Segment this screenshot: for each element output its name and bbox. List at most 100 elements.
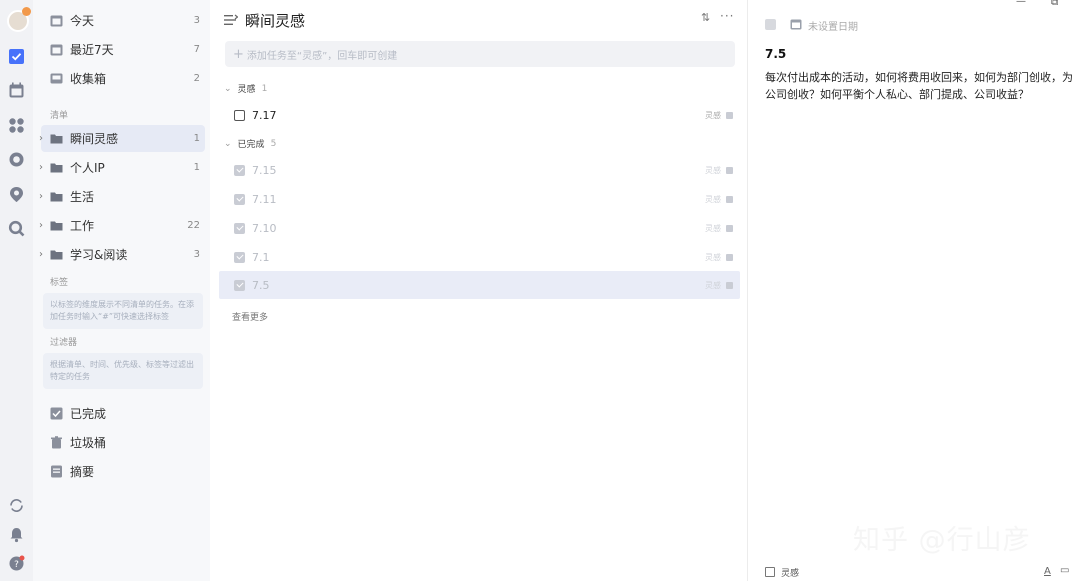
task-checkbox[interactable] xyxy=(234,279,245,291)
folder-icon xyxy=(49,132,63,146)
task-list-tag: 灵感 xyxy=(705,194,721,204)
task-row[interactable]: 7.15 灵感 xyxy=(219,156,740,184)
chevron-down-icon: ⌄ xyxy=(224,83,232,94)
svg-text:?: ? xyxy=(14,560,19,570)
task-row[interactable]: 7.10 灵感 xyxy=(219,214,740,242)
calendar-day-icon xyxy=(49,14,63,28)
more-icon[interactable]: ··· xyxy=(720,9,734,23)
task-checkbox[interactable] xyxy=(234,193,245,205)
task-list-tag: 灵感 xyxy=(705,280,721,290)
sidebar-item-count: 22 xyxy=(187,220,200,231)
location-clock-icon[interactable] xyxy=(8,186,25,203)
list-selector-label[interactable]: 灵感 xyxy=(781,566,799,579)
comment-icon[interactable]: ▭ xyxy=(1060,565,1069,576)
calendar-icon[interactable] xyxy=(8,82,25,99)
chevron-right-icon[interactable]: › xyxy=(39,133,43,144)
sidebar-item-label: 学习&阅读 xyxy=(70,248,128,262)
folder-icon xyxy=(49,161,63,175)
chevron-right-icon[interactable]: › xyxy=(39,220,43,231)
list-color-icon xyxy=(726,195,733,203)
task-row[interactable]: 7.1 灵感 xyxy=(219,243,740,271)
sidebar-item-list[interactable]: › 瞬间灵感 1 xyxy=(39,125,205,152)
sidebar-item-label: 摘要 xyxy=(70,465,95,479)
avatar-badge-icon xyxy=(22,7,31,16)
list-color-icon xyxy=(726,166,733,174)
group-header[interactable]: ⌄ 灵感 1 xyxy=(224,82,268,96)
search-icon[interactable] xyxy=(8,220,25,237)
sidebar-item-count: 7 xyxy=(193,44,200,55)
list-color-icon xyxy=(726,253,733,261)
icon-rail: ? xyxy=(0,0,33,581)
task-checkbox-icon[interactable] xyxy=(8,48,25,65)
plus-icon: + xyxy=(233,46,244,62)
detail-task-title[interactable]: 7.5 xyxy=(765,47,786,61)
help-icon[interactable]: ? xyxy=(8,555,25,572)
group-label: 灵感 xyxy=(237,85,256,95)
sidebar-item-today[interactable]: 今天 3 xyxy=(41,7,205,34)
tags-section-label: 标签 xyxy=(50,278,69,288)
sidebar-item-list[interactable]: › 个人IP 1 xyxy=(39,154,205,181)
task-row[interactable]: 7.11 灵感 xyxy=(219,185,740,213)
sidebar-item-label: 垃圾桶 xyxy=(70,436,107,450)
group-header[interactable]: ⌄ 已完成 5 xyxy=(224,137,277,151)
detail-task-description[interactable]: 每次付出成本的活动，如何将费用收回来，如何为部门创收，为公司创收？如何平衡个人私… xyxy=(765,69,1077,103)
bell-icon[interactable] xyxy=(8,526,25,543)
due-date-placeholder[interactable]: 未设置日期 xyxy=(808,18,858,33)
sort-icon[interactable]: ⇅ xyxy=(701,11,710,24)
watermark: 知乎 @行山彦 xyxy=(853,525,1031,556)
task-list-tag: 灵感 xyxy=(705,252,721,262)
chevron-right-icon[interactable]: › xyxy=(39,191,43,202)
chevron-down-icon: ⌄ xyxy=(224,138,232,149)
add-task-input[interactable]: + 添加任务至“灵感”，回车即可创建 xyxy=(225,41,735,67)
calendar-week-icon xyxy=(49,43,63,57)
sidebar-item-completed[interactable]: 已完成 xyxy=(41,400,205,427)
restore-window-icon[interactable]: ⧉ xyxy=(1051,0,1058,8)
task-list-pane: 瞬间灵感 ⇅ ··· + 添加任务至“灵感”，回车即可创建 ⌄ 灵感 1 7.1… xyxy=(210,0,747,581)
sidebar-item-next-7-days[interactable]: 最近7天 7 xyxy=(41,36,205,63)
sidebar-item-label: 今天 xyxy=(70,14,95,28)
sidebar-item-inbox[interactable]: 收集箱 2 xyxy=(41,65,205,92)
task-title: 7.1 xyxy=(252,250,270,264)
sidebar-item-list[interactable]: › 工作 22 xyxy=(39,212,205,239)
task-title: 7.5 xyxy=(252,278,270,292)
group-count: 5 xyxy=(270,138,277,149)
task-title: 7.10 xyxy=(252,221,277,235)
sidebar: 今天 3 最近7天 7 收集箱 2 清单 › 瞬间灵感 1 › 个人IP 1 ›… xyxy=(33,0,210,581)
task-checkbox[interactable] xyxy=(234,251,245,263)
focus-icon[interactable] xyxy=(8,151,25,168)
filters-hint: 根据清单、时间、优先级、标签等过滤出特定的任务 xyxy=(43,353,203,389)
view-more-link[interactable]: 查看更多 xyxy=(232,310,268,323)
detail-task-checkbox[interactable] xyxy=(765,19,776,30)
list-selector-icon[interactable] xyxy=(765,567,775,577)
sync-icon[interactable] xyxy=(8,497,25,514)
task-row-selected[interactable]: 7.5 灵感 xyxy=(219,271,740,299)
sidebar-item-trash[interactable]: 垃圾桶 xyxy=(41,429,205,456)
list-color-icon xyxy=(726,111,733,119)
page-title: 瞬间灵感 xyxy=(245,12,306,30)
sidebar-item-list[interactable]: › 学习&阅读 3 xyxy=(39,241,205,268)
sidebar-item-label: 已完成 xyxy=(70,407,107,421)
lists-section-label: 清单 xyxy=(50,111,69,121)
grid-icon[interactable] xyxy=(8,117,25,134)
menu-collapse-icon[interactable] xyxy=(224,14,238,26)
add-task-placeholder: 添加任务至“灵感”，回车即可创建 xyxy=(246,50,398,62)
minimize-icon[interactable]: — xyxy=(1016,0,1026,7)
sidebar-item-summary[interactable]: 摘要 xyxy=(41,458,205,485)
text-format-icon[interactable]: A xyxy=(1044,566,1051,577)
task-checkbox[interactable] xyxy=(234,109,245,121)
task-title: 7.15 xyxy=(252,163,277,177)
task-checkbox[interactable] xyxy=(234,164,245,176)
chevron-right-icon[interactable]: › xyxy=(39,162,43,173)
task-row[interactable]: 7.17 灵感 xyxy=(219,101,740,129)
chevron-right-icon[interactable]: › xyxy=(39,249,43,260)
sidebar-item-count: 1 xyxy=(193,162,200,173)
task-detail-pane: — ⧉ 未设置日期 7.5 每次付出成本的活动，如何将费用收回来，如何为部门创收… xyxy=(748,0,1080,581)
calendar-icon[interactable] xyxy=(790,18,802,30)
sidebar-item-label: 工作 xyxy=(70,219,95,233)
task-title: 7.11 xyxy=(252,192,277,206)
task-checkbox[interactable] xyxy=(234,222,245,234)
list-color-icon xyxy=(726,224,733,232)
group-label: 已完成 xyxy=(237,140,265,150)
sidebar-item-list[interactable]: › 生活 xyxy=(39,183,205,210)
group-count: 1 xyxy=(261,83,268,94)
